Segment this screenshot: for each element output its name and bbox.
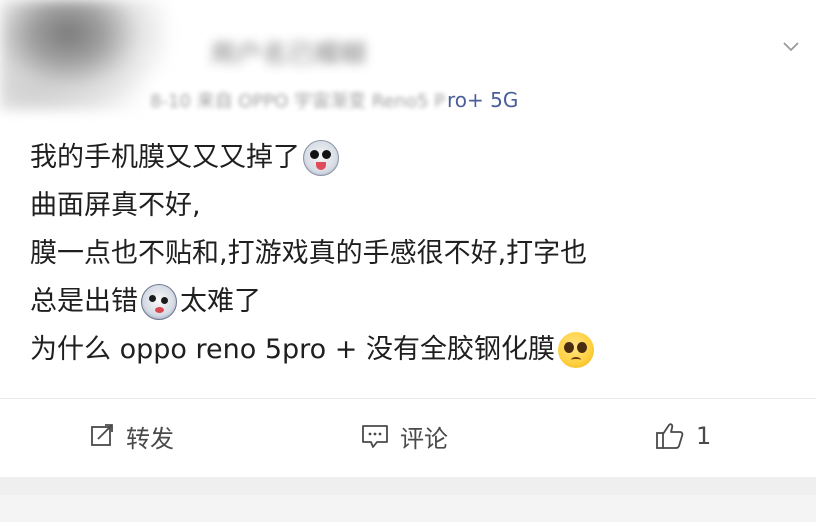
post-line: 曲面屏真不好, xyxy=(30,182,800,230)
post-line: 膜一点也不贴和,打游戏真的手感很不好,打字也 xyxy=(30,230,800,278)
post-line: 我的手机膜又又又掉了 xyxy=(30,134,800,182)
thumbs-up-icon xyxy=(656,423,684,449)
avatar[interactable] xyxy=(0,0,170,110)
pleading-face-emoji xyxy=(557,332,594,368)
repost-icon xyxy=(91,424,113,446)
post-text: 膜一点也不贴和,打游戏真的手感很不好,打字也 xyxy=(30,238,588,269)
post-line: 总是出错 太难了 xyxy=(30,278,800,326)
repost-button[interactable]: 转发 xyxy=(88,410,174,462)
divider xyxy=(0,398,816,399)
username[interactable]: 用户名已模糊 xyxy=(210,34,430,64)
like-button[interactable]: 1 xyxy=(654,410,711,462)
post-content: 我的手机膜又又又掉了 曲面屏真不好, 膜一点也不贴和,打游戏真的手感很不好,打字… xyxy=(30,134,800,374)
like-count: 1 xyxy=(696,422,712,450)
comment-label: 评论 xyxy=(400,424,448,453)
weibo-post-card: 用户名已模糊 8-10 来自 OPPO 宇宙渐变 Reno5 P ro+ 5G … xyxy=(0,0,816,480)
chevron-down-icon[interactable] xyxy=(782,38,800,56)
crazy-face-emoji xyxy=(303,140,339,176)
comment-icon xyxy=(362,425,388,448)
feed-separator xyxy=(0,477,816,522)
post-text: 总是出错 xyxy=(30,286,138,317)
post-text: 我的手机膜又又又掉了 xyxy=(30,142,300,173)
post-text: 太难了 xyxy=(180,286,261,317)
post-meta-blurred: 8-10 来自 OPPO 宇宙渐变 Reno5 P xyxy=(150,91,446,112)
comment-button[interactable]: 评论 xyxy=(360,410,448,462)
post-meta: 8-10 来自 OPPO 宇宙渐变 Reno5 P ro+ 5G xyxy=(150,86,518,114)
post-source-device[interactable]: ro+ 5G xyxy=(447,88,518,112)
post-text: 曲面屏真不好, xyxy=(30,190,201,221)
post-text: 为什么 oppo reno 5pro + 没有全胶钢化膜 xyxy=(30,334,555,365)
repost-label: 转发 xyxy=(126,424,174,453)
sweat-face-emoji xyxy=(141,284,177,320)
post-line: 为什么 oppo reno 5pro + 没有全胶钢化膜 xyxy=(30,326,800,374)
action-bar: 转发 评论 1 xyxy=(0,410,816,462)
